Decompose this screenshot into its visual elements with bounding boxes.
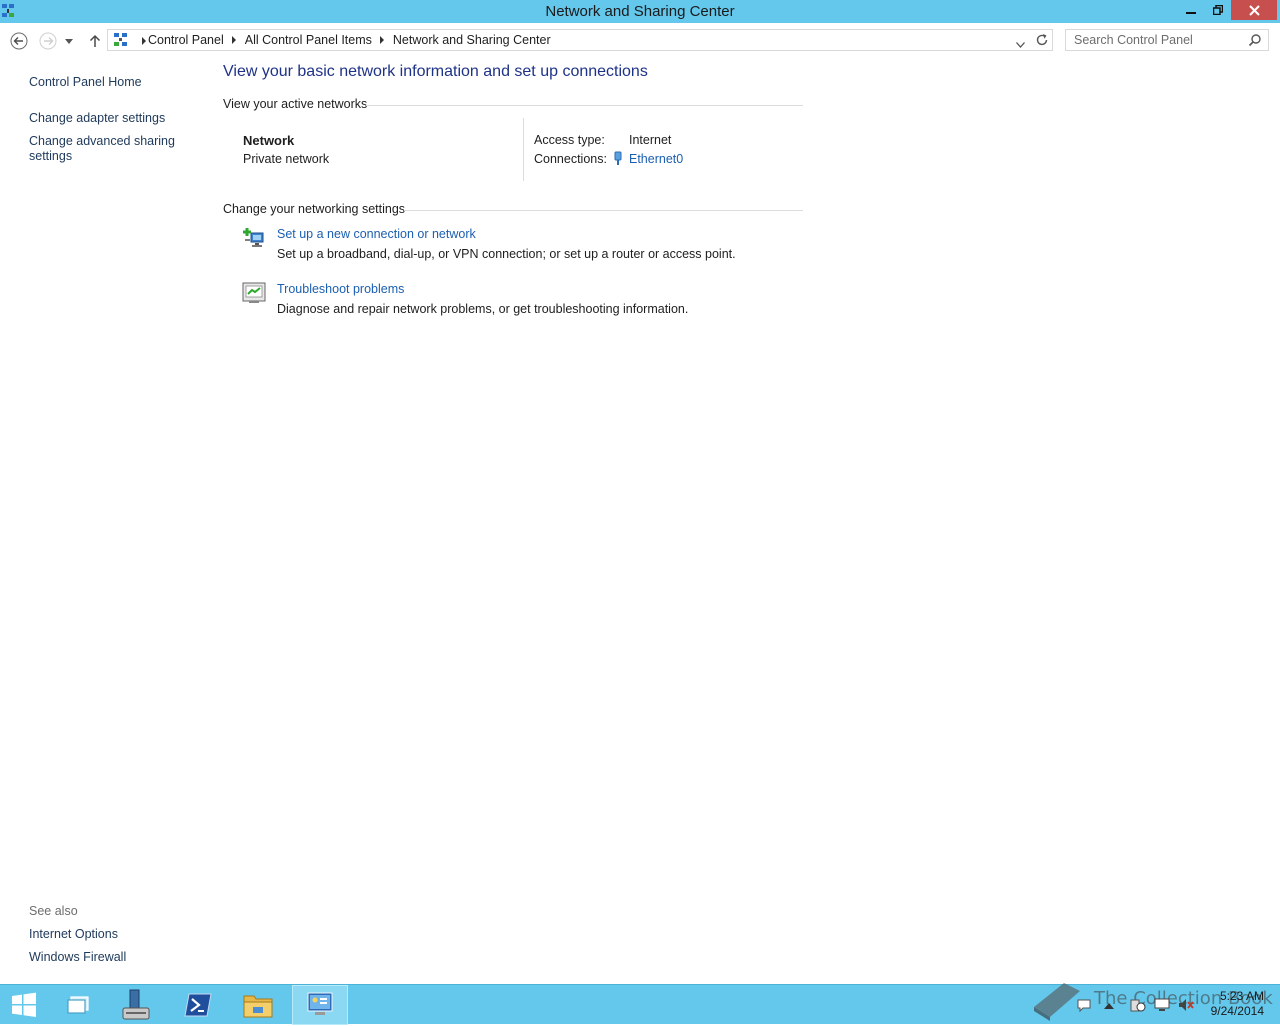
control-panel-icon [113, 32, 129, 51]
start-button[interactable] [0, 985, 48, 1025]
folder-icon [243, 995, 273, 1018]
up-arrow-icon [89, 34, 101, 47]
chevron-down-icon [65, 38, 73, 44]
powershell-icon [184, 993, 212, 1017]
clock-date: 9/24/2014 [1210, 1004, 1264, 1018]
breadcrumb: Control Panel All Control Panel Items Ne… [148, 33, 551, 47]
search-box [1065, 29, 1269, 51]
taskbar-control-panel-active[interactable] [292, 985, 348, 1025]
refresh-button[interactable] [1035, 33, 1049, 50]
back-arrow-icon [10, 32, 28, 50]
ethernet-icon [613, 151, 623, 169]
link-line: settings [29, 149, 73, 163]
minimize-button[interactable] [1177, 0, 1204, 20]
breadcrumb-network-center[interactable]: Network and Sharing Center [393, 33, 551, 47]
internet-options-link[interactable]: Internet Options [29, 927, 118, 942]
server-manager-icon [122, 989, 150, 1020]
restore-icon [1212, 5, 1223, 15]
troubleshoot-link[interactable]: Troubleshoot problems [277, 282, 404, 296]
link-line: Change advanced sharing [29, 134, 175, 148]
setup-connection-description: Set up a broadband, dial-up, or VPN conn… [277, 247, 736, 261]
search-input[interactable] [1066, 30, 1252, 50]
access-type-label: Access type: [534, 133, 605, 147]
ethernet0-link[interactable]: Ethernet0 [629, 152, 683, 166]
chevron-up-icon [1104, 1003, 1114, 1009]
action-center-icon[interactable] [1076, 997, 1092, 1013]
title-bar[interactable]: Network and Sharing Center [0, 0, 1280, 23]
connections-label: Connections: [534, 152, 607, 166]
chevron-down-icon [1016, 42, 1025, 48]
new-connection-icon[interactable] [242, 225, 266, 249]
system-clock[interactable]: 5:23 AM 9/24/2014 [1204, 989, 1264, 1019]
clock-time: 5:23 AM [1219, 989, 1264, 1003]
taskbar-file-explorer[interactable] [230, 985, 286, 1025]
see-also-heading: See also [29, 904, 78, 918]
up-button[interactable] [86, 32, 104, 50]
show-hidden-icons-button[interactable] [1104, 999, 1120, 1015]
windows-logo-icon [12, 992, 36, 1017]
network-divider [523, 118, 524, 181]
troubleshoot-description: Diagnose and repair network problems, or… [277, 302, 689, 316]
change-adapter-settings-link[interactable]: Change adapter settings [29, 111, 165, 126]
network-tray-icon[interactable] [1154, 997, 1170, 1013]
page-title: View your basic network information and … [223, 63, 648, 80]
breadcrumb-control-panel[interactable]: Control Panel [148, 33, 224, 47]
close-icon [1248, 4, 1260, 16]
control-panel-icon [307, 992, 333, 1015]
forward-button[interactable] [39, 32, 57, 50]
close-button[interactable] [1231, 0, 1277, 20]
breadcrumb-separator-icon[interactable] [231, 36, 236, 44]
window-stack-icon [67, 996, 89, 1014]
forward-arrow-icon [39, 32, 57, 50]
clock-sync-icon[interactable] [1130, 997, 1146, 1013]
taskbar: The Collection Book 5:23 AM 9/24/2014 [0, 983, 1280, 1025]
search-icon[interactable] [1248, 33, 1262, 50]
address-bar[interactable]: Control Panel All Control Panel Items Ne… [107, 29, 1053, 51]
setup-connection-link[interactable]: Set up a new connection or network [277, 227, 476, 241]
refresh-icon [1036, 34, 1048, 46]
change-advanced-sharing-link[interactable]: Change advanced sharing settings [29, 134, 175, 164]
network-name: Network [243, 133, 295, 148]
window-title: Network and Sharing Center [545, 3, 735, 20]
control-panel-home-link[interactable]: Control Panel Home [29, 75, 142, 90]
address-history-button[interactable] [1016, 37, 1025, 51]
breadcrumb-separator-icon[interactable] [379, 36, 384, 44]
taskbar-server-manager[interactable] [108, 985, 164, 1025]
breadcrumb-all-items[interactable]: All Control Panel Items [245, 33, 372, 47]
breadcrumb-root-arrow-icon[interactable] [142, 37, 146, 45]
section-divider [404, 210, 803, 211]
change-settings-heading: Change your networking settings [223, 202, 406, 216]
volume-muted-icon[interactable] [1178, 997, 1194, 1013]
restore-button[interactable] [1204, 0, 1231, 20]
minimize-icon [1185, 12, 1196, 14]
windows-firewall-link[interactable]: Windows Firewall [29, 950, 126, 965]
active-networks-heading: View your active networks [223, 97, 368, 111]
taskbar-explorer-windows[interactable] [50, 985, 106, 1025]
taskbar-powershell[interactable] [170, 985, 226, 1025]
recent-locations-button[interactable] [63, 32, 75, 50]
troubleshoot-icon[interactable] [242, 281, 266, 305]
access-type-value: Internet [629, 133, 672, 147]
back-button[interactable] [10, 32, 28, 50]
section-divider [366, 105, 803, 106]
network-type-link[interactable]: Private network [243, 152, 329, 166]
